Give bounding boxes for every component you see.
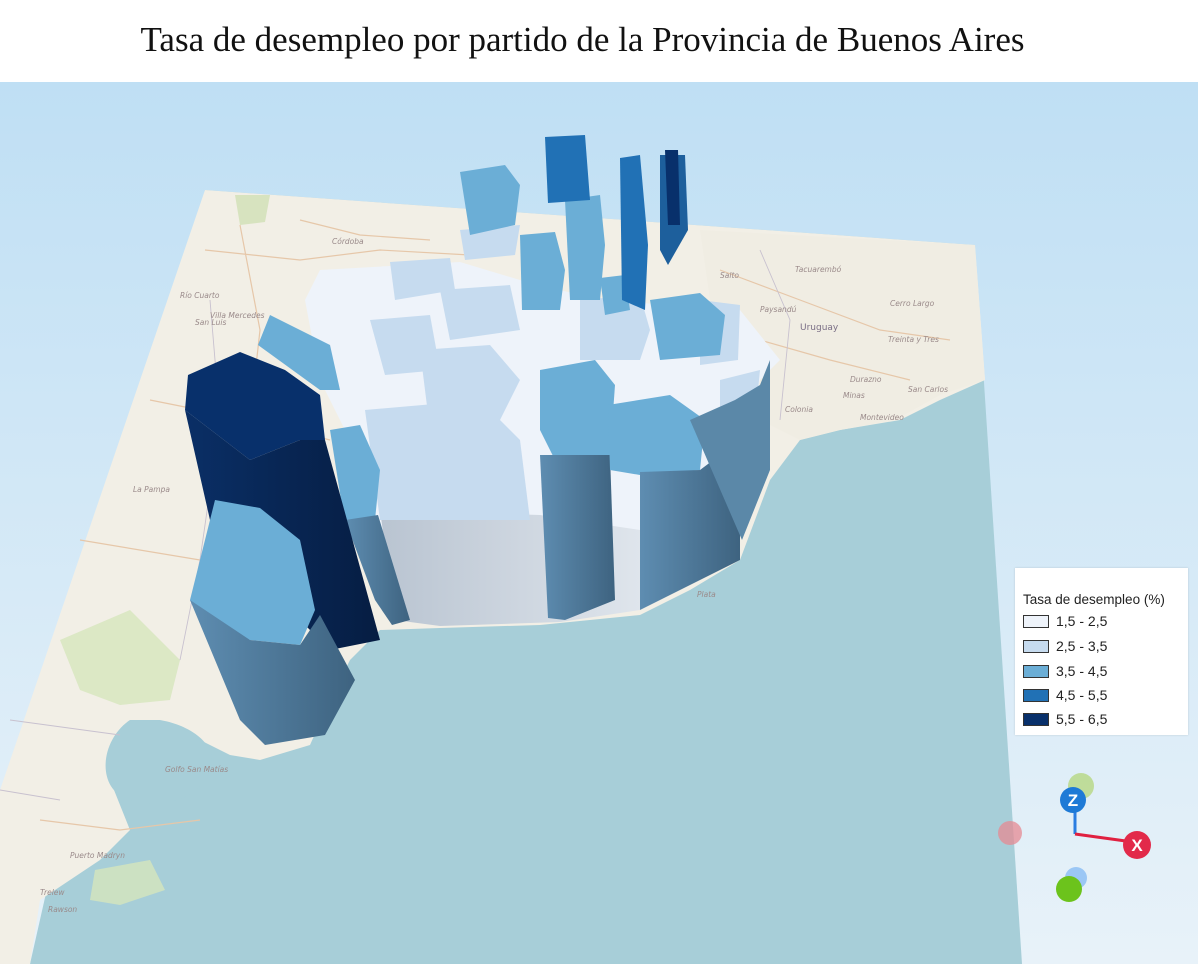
legend-item: 2,5 - 3,5: [1023, 638, 1183, 656]
place-label: Puerto Madryn: [70, 851, 125, 860]
partido-top: [545, 135, 590, 203]
legend-swatch: [1023, 689, 1049, 702]
partido-top: [540, 360, 615, 460]
legend: Tasa de desempleo (%) 1,5 - 2,5 2,5 - 3,…: [1015, 568, 1188, 735]
place-label: San Luis: [195, 318, 227, 327]
legend-item: 1,5 - 2,5: [1023, 613, 1183, 631]
partido-top: [565, 195, 605, 300]
place-label: Tacuarembó: [795, 265, 842, 274]
place-label: Minas: [843, 391, 865, 400]
place-label: Córdoba: [332, 237, 364, 246]
place-label: Durazno: [850, 375, 882, 384]
legend-item: 5,5 - 6,5: [1023, 711, 1183, 729]
legend-swatch: [1023, 713, 1049, 726]
place-label: Colonia: [785, 405, 813, 414]
place-label: Uruguay: [800, 323, 839, 333]
legend-label: 1,5 - 2,5: [1056, 613, 1108, 629]
place-label: Golfo San Matías: [165, 765, 228, 774]
title-bar: Tasa de desempleo por partido de la Prov…: [0, 0, 1198, 82]
neg-x-handle[interactable]: [998, 821, 1022, 845]
place-label: Montevideo: [860, 413, 904, 422]
x-axis-label: X: [1131, 836, 1143, 855]
partido-wall: [540, 455, 615, 620]
neg-y-handle[interactable]: [1056, 876, 1082, 902]
legend-label: 5,5 - 6,5: [1056, 711, 1108, 727]
legend-title: Tasa de desempleo (%): [1023, 592, 1165, 607]
legend-label: 3,5 - 4,5: [1056, 663, 1108, 679]
place-label: San Carlos: [908, 385, 948, 394]
z-axis-label: Z: [1068, 791, 1078, 810]
place-label: La Pampa: [133, 485, 170, 494]
legend-item: 4,5 - 5,5: [1023, 687, 1183, 705]
place-label: Treinta y Tres: [888, 335, 939, 344]
place-label: Río Cuarto: [180, 291, 220, 300]
legend-label: 4,5 - 5,5: [1056, 687, 1108, 703]
legend-item: 3,5 - 4,5: [1023, 663, 1183, 681]
place-label: Paysandú: [760, 305, 797, 314]
partido-top: [460, 165, 520, 235]
legend-swatch: [1023, 640, 1049, 653]
legend-label: 2,5 - 3,5: [1056, 638, 1108, 654]
place-label: Cerro Largo: [890, 299, 935, 308]
page-title: Tasa de desempleo por partido de la Prov…: [140, 20, 1025, 59]
legend-swatch: [1023, 665, 1049, 678]
place-label: Salto: [720, 271, 739, 280]
green-area: [235, 195, 270, 225]
axes-gizmo[interactable]: Z X: [990, 770, 1170, 910]
place-label: Trelew: [40, 888, 65, 897]
place-label: Rawson: [48, 905, 77, 914]
legend-swatch: [1023, 615, 1049, 628]
map-3d-view[interactable]: Córdoba Tacuarembó Salto Uruguay Río Cua…: [0, 82, 1198, 964]
place-label: Plata: [697, 590, 716, 599]
